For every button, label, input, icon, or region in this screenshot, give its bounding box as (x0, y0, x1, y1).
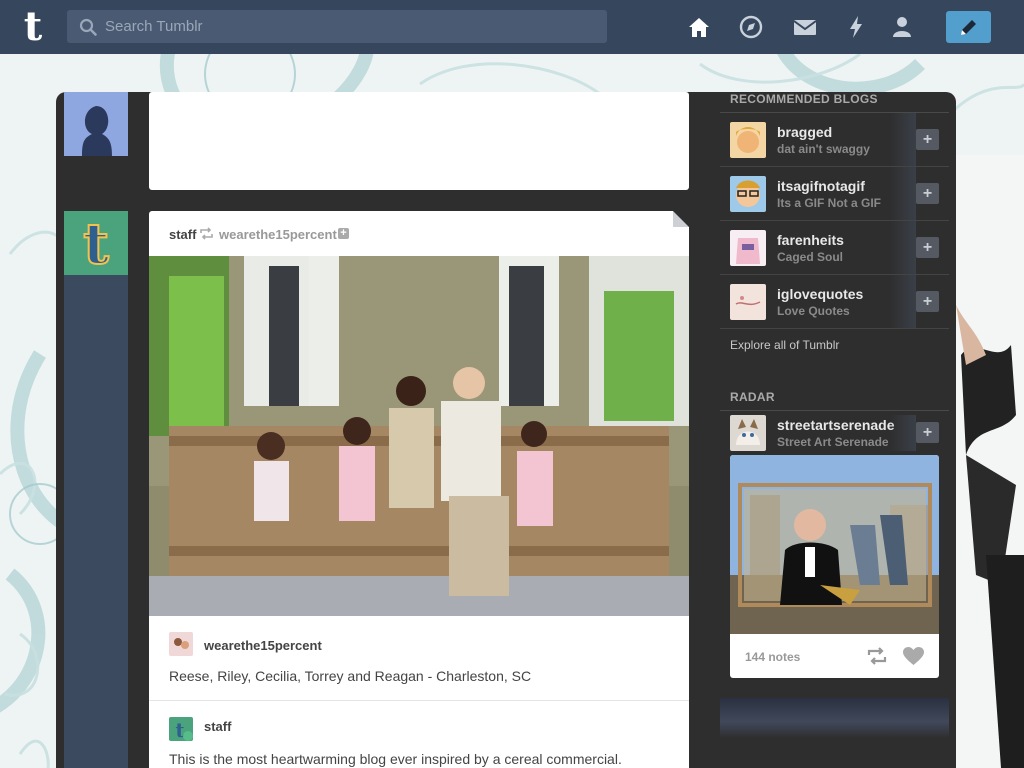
row-fade (890, 167, 916, 220)
follow-button[interactable]: + (916, 291, 939, 312)
inbox-icon[interactable] (792, 14, 818, 40)
reblog-user-avatar[interactable]: t (169, 717, 193, 741)
row-fade (890, 113, 916, 166)
blog-name: farenheits (777, 232, 844, 248)
blog-avatar (730, 230, 766, 266)
follow-button[interactable]: + (916, 237, 939, 258)
blog-name: bragged (777, 124, 833, 140)
sidebar-ad-strip (720, 698, 949, 738)
account-icon[interactable] (889, 14, 915, 40)
row-fade (890, 221, 916, 274)
radar-blog-subtitle: Street Art Serenade (777, 435, 889, 449)
search-input[interactable]: Search Tumblr (67, 10, 607, 43)
search-placeholder: Search Tumblr (105, 18, 203, 35)
reblog-icon[interactable] (866, 647, 888, 665)
radar-blog-name: streetartserenade (777, 417, 895, 433)
blog-name: itsagifnotagif (777, 178, 865, 194)
recommended-blog-row[interactable]: iglovequotes Love Quotes + (720, 275, 949, 329)
explore-icon[interactable] (738, 14, 764, 40)
caption-user-row: wearethe15percent (149, 616, 689, 656)
pencil-icon (961, 20, 976, 35)
recommended-blog-row[interactable]: bragged dat ain't swaggy + (720, 113, 949, 167)
reblog-user-row: t staff (149, 701, 689, 741)
user-avatar[interactable] (64, 92, 128, 156)
blog-subtitle: Its a GIF Not a GIF (777, 196, 882, 210)
avatar-track (64, 211, 128, 768)
blog-avatar (730, 122, 766, 158)
svg-text:t: t (83, 211, 109, 275)
tumblr-logo[interactable]: t (16, 7, 50, 47)
blog-avatar (730, 176, 766, 212)
home-icon[interactable] (686, 14, 712, 40)
blog-subtitle: Caged Soul (777, 250, 844, 264)
blog-subtitle: dat ain't swaggy (777, 142, 870, 156)
reblogged-from[interactable]: wearethe15percent (219, 227, 337, 242)
compose-button[interactable] (946, 11, 991, 43)
explore-link[interactable]: Explore all of Tumblr (720, 329, 949, 368)
radar-post: 144 notes (730, 455, 939, 678)
follow-button[interactable]: + (916, 129, 939, 150)
reblog-icon (200, 227, 213, 240)
top-bar: t Search Tumblr (0, 0, 1024, 54)
activity-icon[interactable] (843, 14, 869, 40)
radar-title: RADAR (720, 390, 949, 411)
post-body: This is the most heartwarming blog ever … (169, 751, 622, 767)
dashboard: t staff wearethe15percent + wearethe15pe… (56, 92, 956, 768)
caption-user-name[interactable]: wearethe15percent (204, 638, 322, 653)
heart-icon[interactable] (903, 647, 924, 666)
caption-user-avatar[interactable] (169, 632, 193, 656)
post-header: staff wearethe15percent + (149, 211, 689, 256)
radar-blog-row[interactable]: streetartserenade Street Art Serenade + (720, 411, 949, 455)
radar-blog-avatar (730, 415, 766, 451)
recommended-blogs-title: RECOMMENDED BLOGS (720, 92, 949, 113)
search-icon (79, 18, 97, 36)
staff-avatar[interactable]: t (64, 211, 128, 275)
row-fade (890, 415, 916, 451)
background-photo (956, 155, 1024, 768)
follow-button[interactable]: + (916, 183, 939, 204)
blog-avatar (730, 284, 766, 320)
post-photo[interactable] (149, 256, 689, 616)
post-author[interactable]: staff (169, 227, 196, 242)
radar-post-footer: 144 notes (730, 634, 939, 678)
reblog-user-name[interactable]: staff (204, 719, 231, 734)
sidebar: RECOMMENDED BLOGS bragged dat ain't swag… (720, 92, 949, 738)
blog-name: iglovequotes (777, 286, 864, 302)
radar-photo[interactable] (730, 455, 939, 634)
post-card-staff: staff wearethe15percent + wearethe15perc… (149, 211, 689, 768)
blog-subtitle: Love Quotes (777, 304, 850, 318)
recommended-blog-row[interactable]: farenheits Caged Soul + (720, 221, 949, 275)
notes-count[interactable]: 144 notes (745, 650, 800, 664)
follow-plus-icon[interactable]: + (338, 228, 349, 239)
post-card (149, 92, 689, 190)
post-caption: Reese, Riley, Cecilia, Torrey and Reagan… (149, 656, 689, 701)
recommended-blog-row[interactable]: itsagifnotagif Its a GIF Not a GIF + (720, 167, 949, 221)
row-fade (890, 275, 916, 328)
radar-follow-button[interactable]: + (916, 422, 939, 443)
